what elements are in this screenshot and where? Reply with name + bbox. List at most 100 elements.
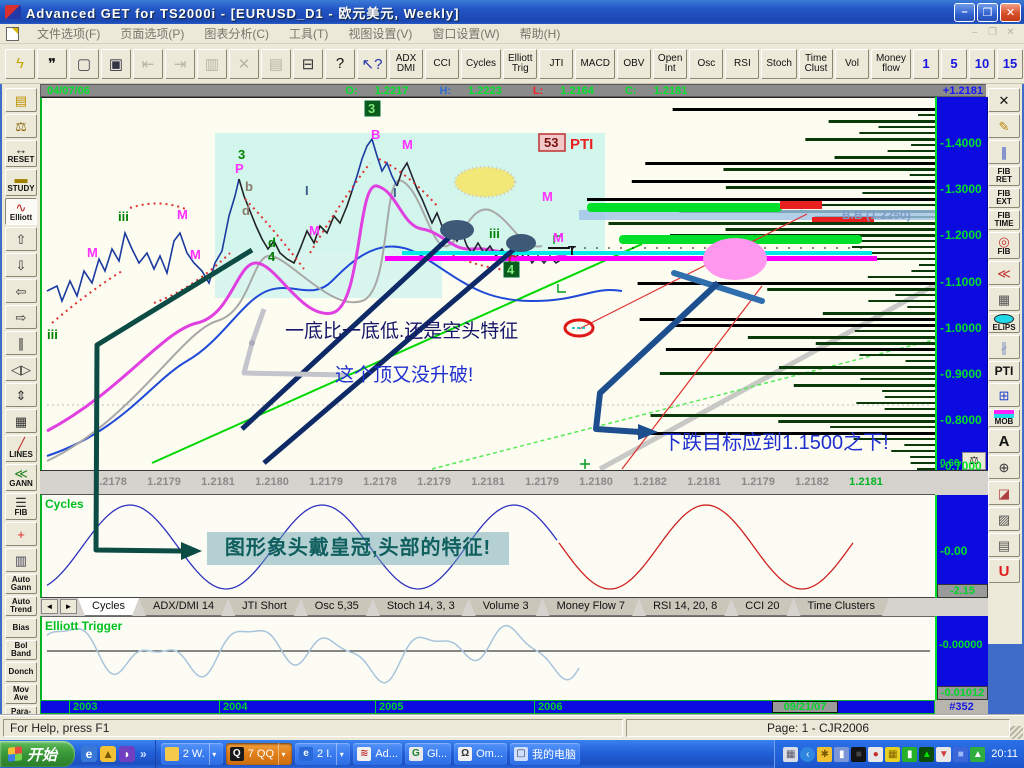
- pti-tool-button[interactable]: PTI: [988, 361, 1020, 381]
- tabs-scroll-left-button[interactable]: ◄: [41, 599, 58, 614]
- tab-time-clusters[interactable]: Time Clusters: [794, 598, 889, 616]
- tab-jti-short[interactable]: JTI Short: [228, 598, 301, 616]
- open-layout-button[interactable]: ▤: [5, 88, 37, 112]
- tab-cycles[interactable]: Cycles: [78, 598, 139, 616]
- tab-osc-5-35[interactable]: Osc 5,35: [301, 598, 373, 616]
- tab-adx-dmi-14[interactable]: ADX/DMI 14: [139, 598, 228, 616]
- gann-fan-button[interactable]: ≪: [988, 261, 1020, 285]
- task-qq[interactable]: Q7 QQ ▾: [225, 743, 293, 765]
- tab-stoch-14-3-3[interactable]: Stoch 14, 3, 3: [373, 598, 469, 616]
- time-clust-button[interactable]: Time Clust: [798, 48, 833, 79]
- launch-desktop-icon[interactable]: ▲: [100, 746, 117, 762]
- auto-gann-button[interactable]: Auto Gann: [5, 574, 37, 594]
- quick-launch-overflow-icon[interactable]: »: [138, 747, 149, 761]
- task-split-arrow[interactable]: ▾: [278, 743, 288, 765]
- task-explorer-window[interactable]: 2 W. ▾: [160, 743, 223, 765]
- timeframe-10-button[interactable]: 10: [968, 48, 995, 79]
- menu-item-5[interactable]: 窗口设置(W): [422, 23, 509, 44]
- timeframe-15-button[interactable]: 15: [996, 48, 1023, 79]
- price-axis[interactable]: 0.60 ⚖ 1.40001.30001.20001.10001.00000.9…: [935, 97, 988, 473]
- maximize-button[interactable]: ❐: [977, 2, 998, 22]
- task-ie-window[interactable]: e2 I. ▾: [295, 743, 351, 765]
- launch-media-icon[interactable]: ◗: [119, 746, 136, 762]
- hatch-tool-button[interactable]: ∦: [988, 335, 1020, 359]
- grid-toggle-button[interactable]: ▦: [5, 409, 37, 433]
- mov-ave-button[interactable]: Mov Ave: [5, 684, 37, 704]
- tray-grid-icon[interactable]: ▦: [885, 746, 901, 762]
- price-chart[interactable]: 53 PTI B.B (1.2250) 一底比一底低.还是空头特征 这个顶又没升…: [40, 97, 937, 471]
- tray-keyboard-icon[interactable]: ▦: [783, 746, 799, 762]
- tabs-scroll-right-button[interactable]: ►: [60, 599, 77, 614]
- gann-tool-button[interactable]: ≪ GANN: [5, 464, 37, 491]
- cci-button[interactable]: CCI: [425, 48, 459, 79]
- reset-button[interactable]: ↔ RESET: [5, 140, 37, 167]
- crosshair-button[interactable]: +: [5, 522, 37, 546]
- tray-signal-icon[interactable]: ▲: [919, 746, 935, 762]
- delete-drawing-button[interactable]: ✕: [988, 88, 1020, 112]
- elliott-trigger-pane[interactable]: Elliott Trigger: [40, 616, 935, 700]
- donch-button[interactable]: Donch: [5, 662, 37, 682]
- auto-trend-button[interactable]: Auto Trend: [5, 596, 37, 616]
- print-button[interactable]: ⊟: [293, 48, 323, 79]
- adx-dmi-button[interactable]: ADX DMI: [389, 48, 423, 79]
- tab-rsi-14-20-8[interactable]: RSI 14, 20, 8: [639, 598, 731, 616]
- elliott-trig-button[interactable]: Elliott Trig: [503, 48, 538, 79]
- task-my-computer[interactable]: ▢ 我的电脑: [510, 743, 580, 765]
- rsi-button[interactable]: RSI: [725, 48, 760, 79]
- tray-green-icon[interactable]: ▮: [902, 746, 918, 762]
- fib-tool-button[interactable]: ☰ FIB: [5, 493, 37, 520]
- tray-collapse-icon[interactable]: ‹: [800, 746, 816, 762]
- grid-blue-button[interactable]: ⊞: [988, 383, 1020, 407]
- task-gl[interactable]: G Gl...: [404, 743, 452, 765]
- new-page-button[interactable]: ▢: [69, 48, 99, 79]
- quote-window-button[interactable]: ❞: [37, 48, 67, 79]
- tab-volume-3[interactable]: Volume 3: [469, 598, 543, 616]
- scroll-right-button[interactable]: ⇨: [5, 305, 37, 329]
- timeframe-5-button[interactable]: 5: [940, 48, 967, 79]
- vol-button[interactable]: Vol: [834, 48, 869, 79]
- macd-button[interactable]: MACD: [575, 48, 615, 79]
- compress-horizontal-button[interactable]: ◁▷: [5, 357, 37, 381]
- obv-button[interactable]: OBV: [616, 48, 651, 79]
- fib-ext-button[interactable]: FIB EXT: [988, 188, 1020, 208]
- tray-blue-icon[interactable]: ■: [953, 746, 969, 762]
- money-flow-button[interactable]: Money flow: [870, 48, 911, 79]
- fib-ret-button[interactable]: FIB RET: [988, 166, 1020, 186]
- tray-gauge-icon[interactable]: ●: [868, 746, 884, 762]
- osc-button[interactable]: Osc: [689, 48, 724, 79]
- stoch-button[interactable]: Stoch: [761, 48, 797, 79]
- cycles-button[interactable]: Cycles: [461, 48, 502, 79]
- tray-black-icon[interactable]: ■: [851, 746, 867, 762]
- mdi-minimize-button[interactable]: –: [967, 27, 982, 40]
- task-split-arrow[interactable]: ▾: [208, 743, 219, 765]
- scroll-down-button[interactable]: ⇩: [5, 253, 37, 277]
- elliott-button[interactable]: ∿ Elliott: [5, 198, 37, 225]
- menu-item-1[interactable]: 页面选项(P): [110, 23, 194, 44]
- cycles-pane[interactable]: Cycles 图形象头戴皇冠,头部的特征!: [40, 495, 935, 598]
- context-help-button[interactable]: ↖?: [357, 48, 387, 79]
- mob-tool-button[interactable]: MOB: [988, 409, 1020, 427]
- page-setup-button[interactable]: ▥: [5, 548, 37, 572]
- tab-cci-20[interactable]: CCI 20: [731, 598, 793, 616]
- bias-button[interactable]: Bias: [5, 618, 37, 638]
- compress-vertical-button[interactable]: ⇕: [5, 383, 37, 407]
- region-erase-button[interactable]: ▨: [988, 507, 1020, 531]
- mdi-restore-button[interactable]: ❐: [985, 27, 1000, 40]
- menu-item-4[interactable]: 视图设置(V): [338, 23, 422, 44]
- task-omega[interactable]: Ω Om...: [454, 743, 507, 765]
- eraser-tool-button[interactable]: ◪: [988, 481, 1020, 505]
- notes-button[interactable]: ▤: [988, 533, 1020, 557]
- menu-item-2[interactable]: 图表分析(C): [194, 23, 279, 44]
- tray-shield-icon[interactable]: ▼: [936, 746, 952, 762]
- fib-circle-button[interactable]: ◎ FIB: [988, 232, 1020, 259]
- zoom-in-button[interactable]: ⊕: [988, 455, 1020, 479]
- pencil-tool-button[interactable]: ✎: [988, 114, 1020, 138]
- bol-band-button[interactable]: Bol Band: [5, 640, 37, 660]
- fib-time-button[interactable]: FIB TIME: [988, 210, 1020, 230]
- launch-ie-icon[interactable]: e: [81, 746, 98, 762]
- text-tool-button[interactable]: A: [988, 429, 1020, 453]
- tab-money-flow-7[interactable]: Money Flow 7: [543, 598, 639, 616]
- menu-item-3[interactable]: 工具(T): [279, 23, 338, 44]
- mdi-close-button[interactable]: ✕: [1003, 27, 1018, 40]
- tray-chart-icon[interactable]: ▮: [834, 746, 850, 762]
